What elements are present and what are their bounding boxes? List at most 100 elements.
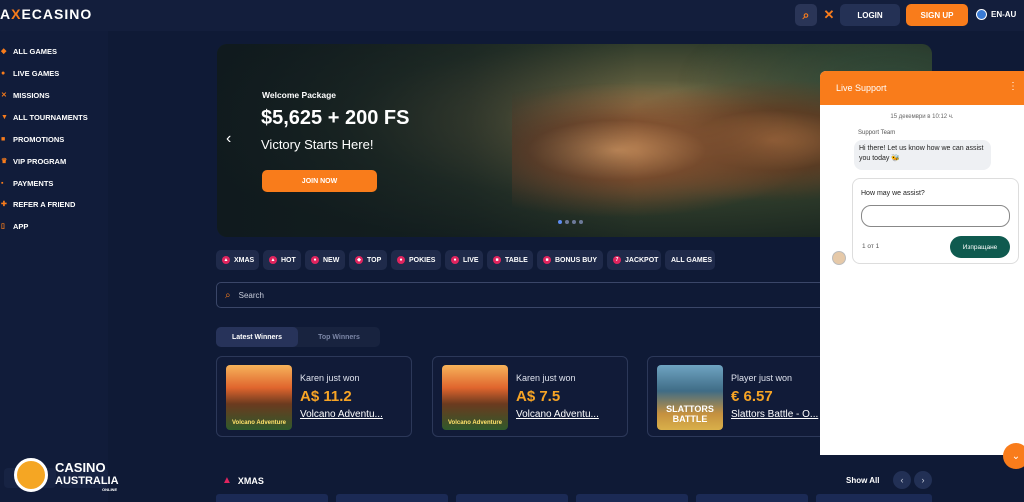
login-button[interactable]: LOGIN [840,4,900,26]
filter-table[interactable]: ■ TABLE [487,250,533,270]
search-button[interactable]: ⌕ [795,4,817,26]
game-tile[interactable] [216,494,328,502]
signup-button[interactable]: SIGN UP [906,4,968,26]
game-thumbnail[interactable]: Volcano Adventure [226,365,292,430]
cherry-icon: ● [397,256,405,264]
top-header: AXECASINO ⌕ ✕ LOGIN SIGN UP EN-AU [0,0,1024,31]
gift-icon: ■ [1,135,6,143]
swords-icon: ✕ [823,7,835,22]
filter-xmas[interactable]: ▲ XMAS [216,250,259,270]
filter-pokies[interactable]: ● POKIES [391,250,441,270]
carousel-dots [558,220,583,224]
game-thumbnail[interactable]: SLATTORS BATTLE [657,365,723,430]
language-label: EN-AU [991,10,1017,19]
join-now-button[interactable]: JOIN NOW [262,170,377,192]
winner-card[interactable]: Volcano Adventure Karen just won A$ 11.2… [216,356,412,437]
user-plus-icon: ✚ [1,201,7,208]
game-tile[interactable] [336,494,448,502]
banner-prev-arrow[interactable]: ‹ [226,130,231,148]
language-selector[interactable]: EN-AU [976,9,1016,20]
carousel-dot[interactable] [579,220,583,224]
game-tile[interactable] [696,494,808,502]
winner-amount: A$ 7.5 [516,388,561,405]
sidebar-item-live-games[interactable]: ● LIVE GAMES [0,65,59,81]
support-form: How may we assist? 1 от 1 Изпращане [852,178,1019,264]
sidebar-item-payments[interactable]: ▪ PAYMENTS [0,175,53,191]
carousel-dot[interactable] [558,220,562,224]
filter-jackpot[interactable]: 7 JACKPOT [607,250,661,270]
winner-card[interactable]: SLATTORS BATTLE Player just won € 6.57 S… [647,356,843,437]
game-thumbnail[interactable]: Volcano Adventure [442,365,508,430]
chevron-down-icon[interactable]: ⌄ [1003,443,1024,469]
phone-icon: ▯ [1,223,5,230]
top-icon: ◆ [355,256,363,264]
game-search-input[interactable]: ⌕ Search [216,282,831,308]
filter-live[interactable]: ● LIVE [445,250,483,270]
crown-icon: ♛ [1,158,8,165]
section-next-arrow[interactable]: › [914,471,932,489]
sidebar-item-refer[interactable]: ✚ REFER A FRIEND [0,196,75,212]
form-pagination: 1 от 1 [862,243,880,250]
winners-tabs: Latest Winners Top Winners [216,327,380,347]
section-prev-arrow[interactable]: ‹ [893,471,911,489]
winner-name: Player just won [731,373,793,383]
casino-australia-badge: CASINO AUSTRALIA ONLINE [14,456,124,496]
winner-amount: € 6.57 [731,388,773,405]
search-icon: ⌕ [802,7,810,22]
sidebar-item-app[interactable]: ▯ APP [0,218,28,234]
search-placeholder: Search [238,290,264,300]
wallet-icon: ▪ [1,179,4,187]
winner-name: Karen just won [300,373,360,383]
support-header: Live Support ⋮ [820,71,1024,105]
carousel-dot[interactable] [565,220,569,224]
sidebar-item-missions[interactable]: ✕ MISSIONS [0,87,50,103]
swords-icon: ✕ [1,92,7,99]
live-icon: ● [451,256,459,264]
winner-game-link[interactable]: Volcano Adventu... [300,409,410,420]
live-icon: ● [1,69,6,77]
filter-all-games[interactable]: ALL GAMES [665,250,715,270]
sidebar-item-all-games[interactable]: ◆ ALL GAMES [0,43,57,59]
message-sender: Support Team [858,130,896,136]
support-message: Hi there! Let us know how we can assist … [854,140,991,170]
new-icon: ● [311,256,319,264]
tab-latest-winners[interactable]: Latest Winners [216,327,298,347]
game-tile[interactable] [816,494,932,502]
missions-button[interactable]: ✕ [821,4,837,26]
table-icon: ■ [493,256,501,264]
game-tile[interactable] [456,494,568,502]
bonus-icon: ■ [543,256,551,264]
avatar [832,251,846,265]
game-tile[interactable] [576,494,688,502]
kangaroo-logo-icon [14,458,48,492]
sidebar-item-tournaments[interactable]: ▼ ALL TOURNAMENTS [0,109,88,125]
winner-game-link[interactable]: Volcano Adventu... [516,409,626,420]
site-logo[interactable]: AXECASINO [0,6,92,22]
support-title: Live Support [836,83,887,93]
more-icon[interactable]: ⋮ [1008,81,1018,92]
filter-bonus-buy[interactable]: ■ BONUS BUY [537,250,603,270]
carousel-dot[interactable] [572,220,576,224]
sidebar: ◆ ALL GAMES ● LIVE GAMES ✕ MISSIONS ▼ ALL TO… [0,31,108,502]
banner-tagline: Victory Starts Here! [261,137,374,152]
tab-top-winners[interactable]: Top Winners [298,327,380,347]
filter-new[interactable]: ● NEW [305,250,345,270]
banner-title: $5,625 + 200 FS [261,107,410,129]
globe-icon [976,9,987,20]
winner-card[interactable]: Volcano Adventure Karen just won A$ 7.5 … [432,356,628,437]
banner-subtitle: Welcome Package [262,90,337,100]
sidebar-item-vip[interactable]: ♛ VIP PROGRAM [0,153,66,169]
tree-icon: ▲ [222,475,232,486]
tree-icon: ▲ [222,256,230,264]
support-message-input[interactable] [861,205,1010,227]
sidebar-item-promotions[interactable]: ■ PROMOTIONS [0,131,64,147]
winner-name: Karen just won [516,373,576,383]
show-all-link[interactable]: Show All [846,476,879,485]
search-icon: ⌕ [225,289,231,301]
grid-icon: ◆ [1,48,7,55]
filter-hot[interactable]: ▲ HOT [263,250,301,270]
message-date: 15 декември в 10:12 ч. [890,114,954,120]
send-button[interactable]: Изпращане [950,236,1010,258]
trophy-icon: ▼ [1,113,8,121]
filter-top[interactable]: ◆ TOP [349,250,387,270]
